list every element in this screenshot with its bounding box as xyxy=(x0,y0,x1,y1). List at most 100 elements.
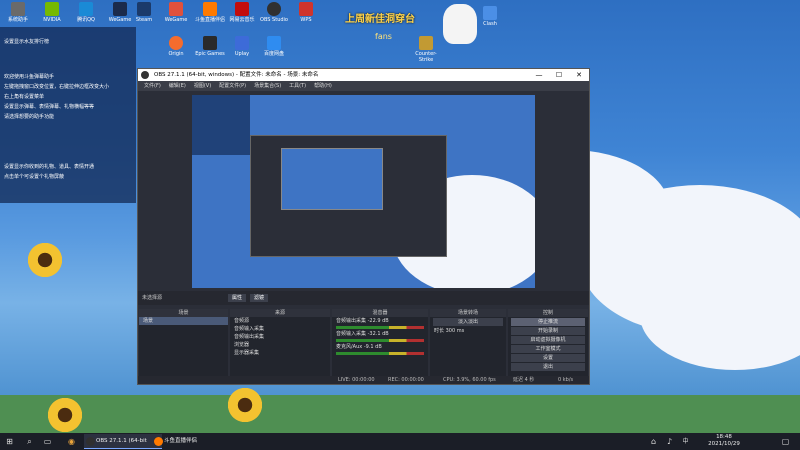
desktop-icon-system[interactable]: 系统助手 xyxy=(2,2,34,23)
grass-hill xyxy=(0,395,800,433)
clash-icon xyxy=(483,6,497,20)
desktop-icon-netease-music[interactable]: 网易云音乐 xyxy=(226,2,258,23)
icon-label: 腾讯QQ xyxy=(77,17,95,23)
chrome-icon[interactable]: ◉ xyxy=(66,436,77,447)
banner-title: 上周新佳洞穿台 xyxy=(345,14,415,25)
virtual-camera-button[interactable]: 启动虚拟摄像机 xyxy=(511,336,585,344)
ime-icon[interactable]: 中 xyxy=(680,436,691,447)
obs-icon xyxy=(267,2,281,16)
overlay-text: 右上角有设置菜单 xyxy=(4,94,45,100)
notification-icon[interactable]: ▢ xyxy=(780,436,791,447)
desktop-icon-nvidia[interactable]: NVIDIA xyxy=(36,2,68,23)
sunflower xyxy=(45,395,85,433)
nested-preview xyxy=(250,135,447,257)
steam-icon xyxy=(137,2,151,16)
clock-date: 2021/10/29 xyxy=(708,441,740,447)
sources-dock: 来源 音频源 音频输入采集 音频输出采集 浏览器 显示器采集 xyxy=(230,309,330,384)
overlay-text: 设置显示你收到的礼物、道具、表情开通 xyxy=(4,164,95,170)
sunflower xyxy=(225,385,265,425)
desktop-icon-epic[interactable]: Epic Games xyxy=(194,36,226,57)
nested-preview-inner xyxy=(281,148,383,210)
taskbar-obs[interactable]: OBS 27.1.1 (64-bit xyxy=(84,434,162,449)
obs-window[interactable]: OBS 27.1.1 (64-bit, windows) - 配置文件: 未命名… xyxy=(137,68,590,385)
duration-input[interactable]: 300 ms xyxy=(446,328,465,334)
task-label: 斗鱼直播伴侣 xyxy=(164,438,198,444)
task-label: OBS 27.1.1 (64-bit xyxy=(96,438,147,444)
transition-select[interactable]: 淡入淡出 xyxy=(433,318,503,326)
obs-preview[interactable] xyxy=(192,95,535,288)
desktop-icon-wps[interactable]: WPS xyxy=(290,2,322,23)
close-button[interactable]: ✕ xyxy=(569,69,589,81)
desktop-icon-uplay[interactable]: Uplay xyxy=(226,36,258,57)
channel-name: 音频输入采集 xyxy=(336,331,367,337)
overlay-text: 设置显示弹幕、表情弹幕、礼物横幅等等 xyxy=(4,104,95,110)
volume-icon[interactable]: ♪ xyxy=(664,436,675,447)
wegame-icon xyxy=(113,2,127,16)
desktop-icon-clash[interactable]: Clash xyxy=(474,6,506,27)
source-item[interactable]: 显示器采集 xyxy=(230,349,330,357)
clock-time: 18:48 xyxy=(716,434,732,440)
danmu-helper-overlay: 设置显示水友排行榜 欢迎使用斗鱼弹幕助手 左键拖拽窗口改变位置，右键拉伸边框改变… xyxy=(0,27,136,203)
duration-label: 时长 xyxy=(434,328,445,334)
overlay-text: 请选择想要的助手功能 xyxy=(4,114,55,120)
transitions-title: 场景转场 xyxy=(430,309,506,317)
douyu-icon xyxy=(203,2,217,16)
network-icon[interactable]: ⌂ xyxy=(648,436,659,447)
minimize-button[interactable]: — xyxy=(529,69,549,81)
studio-mode-button[interactable]: 工作室模式 xyxy=(511,345,585,353)
mixer-channel: 音频输出采集 -22.9 dB xyxy=(332,317,428,325)
task-view-icon[interactable]: ▭ xyxy=(42,436,53,447)
menu-help[interactable]: 帮助(H) xyxy=(311,81,335,91)
icon-label: OBS Studio xyxy=(260,17,288,23)
menu-scene-collection[interactable]: 场景集合(S) xyxy=(251,81,284,91)
menu-tools[interactable]: 工具(T) xyxy=(286,81,309,91)
scene-item[interactable]: 场景 xyxy=(139,317,228,325)
source-item[interactable]: 音频输入采集 xyxy=(230,325,330,333)
desktop-icon-wegame2[interactable]: WeGame xyxy=(160,2,192,23)
cpu-fps: CPU: 3.9%, 60.00 fps xyxy=(443,377,496,383)
stop-streaming-button[interactable]: 停止推流 xyxy=(511,318,585,326)
icon-label: WPS xyxy=(300,17,312,23)
exit-button[interactable]: 退出 xyxy=(511,363,585,371)
menu-file[interactable]: 文件(F) xyxy=(141,81,164,91)
mixer-dock: 混音器 音频输出采集 -22.9 dB 音频输入采集 -32.1 dB 麦克风/… xyxy=(332,309,428,384)
icon-label: Origin xyxy=(168,51,184,57)
channel-db: -9.1 dB xyxy=(363,344,382,350)
maximize-button[interactable]: ☐ xyxy=(549,69,569,81)
source-item[interactable]: 音频输出采集 xyxy=(230,333,330,341)
windows-start-icon[interactable]: ⊞ xyxy=(4,436,15,447)
scenes-dock: 场景 场景 xyxy=(139,309,228,384)
overlay-text: 欢迎使用斗鱼弹幕助手 xyxy=(4,74,55,80)
controls-title: 控制 xyxy=(508,309,588,317)
source-item[interactable]: 音频源 xyxy=(230,317,330,325)
taskbar-clock[interactable]: 18:48 2021/10/29 xyxy=(700,434,748,448)
start-recording-button[interactable]: 开始录制 xyxy=(511,327,585,335)
delay-status: 延迟 4 秒 xyxy=(513,377,535,383)
icon-label: Steam xyxy=(135,17,153,23)
desktop-icon-douyu[interactable]: 斗鱼直播伴侣 xyxy=(194,2,226,23)
icon-label: 网易云音乐 xyxy=(229,17,255,23)
menu-profile[interactable]: 配置文件(P) xyxy=(216,81,249,91)
desktop-icon-obs[interactable]: OBS Studio xyxy=(258,2,290,23)
taskbar-douyu[interactable]: 斗鱼直播伴侣 xyxy=(152,434,218,449)
obs-titlebar[interactable]: OBS 27.1.1 (64-bit, windows) - 配置文件: 未命名… xyxy=(138,69,589,81)
filters-button[interactable]: 滤镜 xyxy=(250,294,268,302)
banner-logo: 上周新佳洞穿台 fans xyxy=(333,8,453,50)
live-timer: LIVE: 00:00:00 xyxy=(338,377,375,383)
desktop-icon-origin[interactable]: Origin xyxy=(160,36,192,57)
scenes-title: 场景 xyxy=(139,309,228,317)
search-icon[interactable]: ⌕ xyxy=(24,436,35,447)
desktop-icon-steam[interactable]: Steam xyxy=(128,2,160,23)
menu-view[interactable]: 视图(V) xyxy=(191,81,214,91)
desktop-icon-baidu[interactable]: 百度网盘 xyxy=(258,36,290,57)
desktop-icon-qq[interactable]: 腾讯QQ xyxy=(70,2,102,23)
rec-timer: REC: 00:00:00 xyxy=(388,377,424,383)
settings-button[interactable]: 设置 xyxy=(511,354,585,362)
volume-meter xyxy=(336,339,424,342)
properties-button[interactable]: 属性 xyxy=(228,294,246,302)
menu-edit[interactable]: 编辑(E) xyxy=(166,81,189,91)
overlay-text: 左键拖拽窗口改变位置，右键拉伸边框改变大小 xyxy=(4,84,110,90)
source-item[interactable]: 浏览器 xyxy=(230,341,330,349)
volume-meter xyxy=(336,326,424,329)
volume-meter xyxy=(336,352,424,355)
